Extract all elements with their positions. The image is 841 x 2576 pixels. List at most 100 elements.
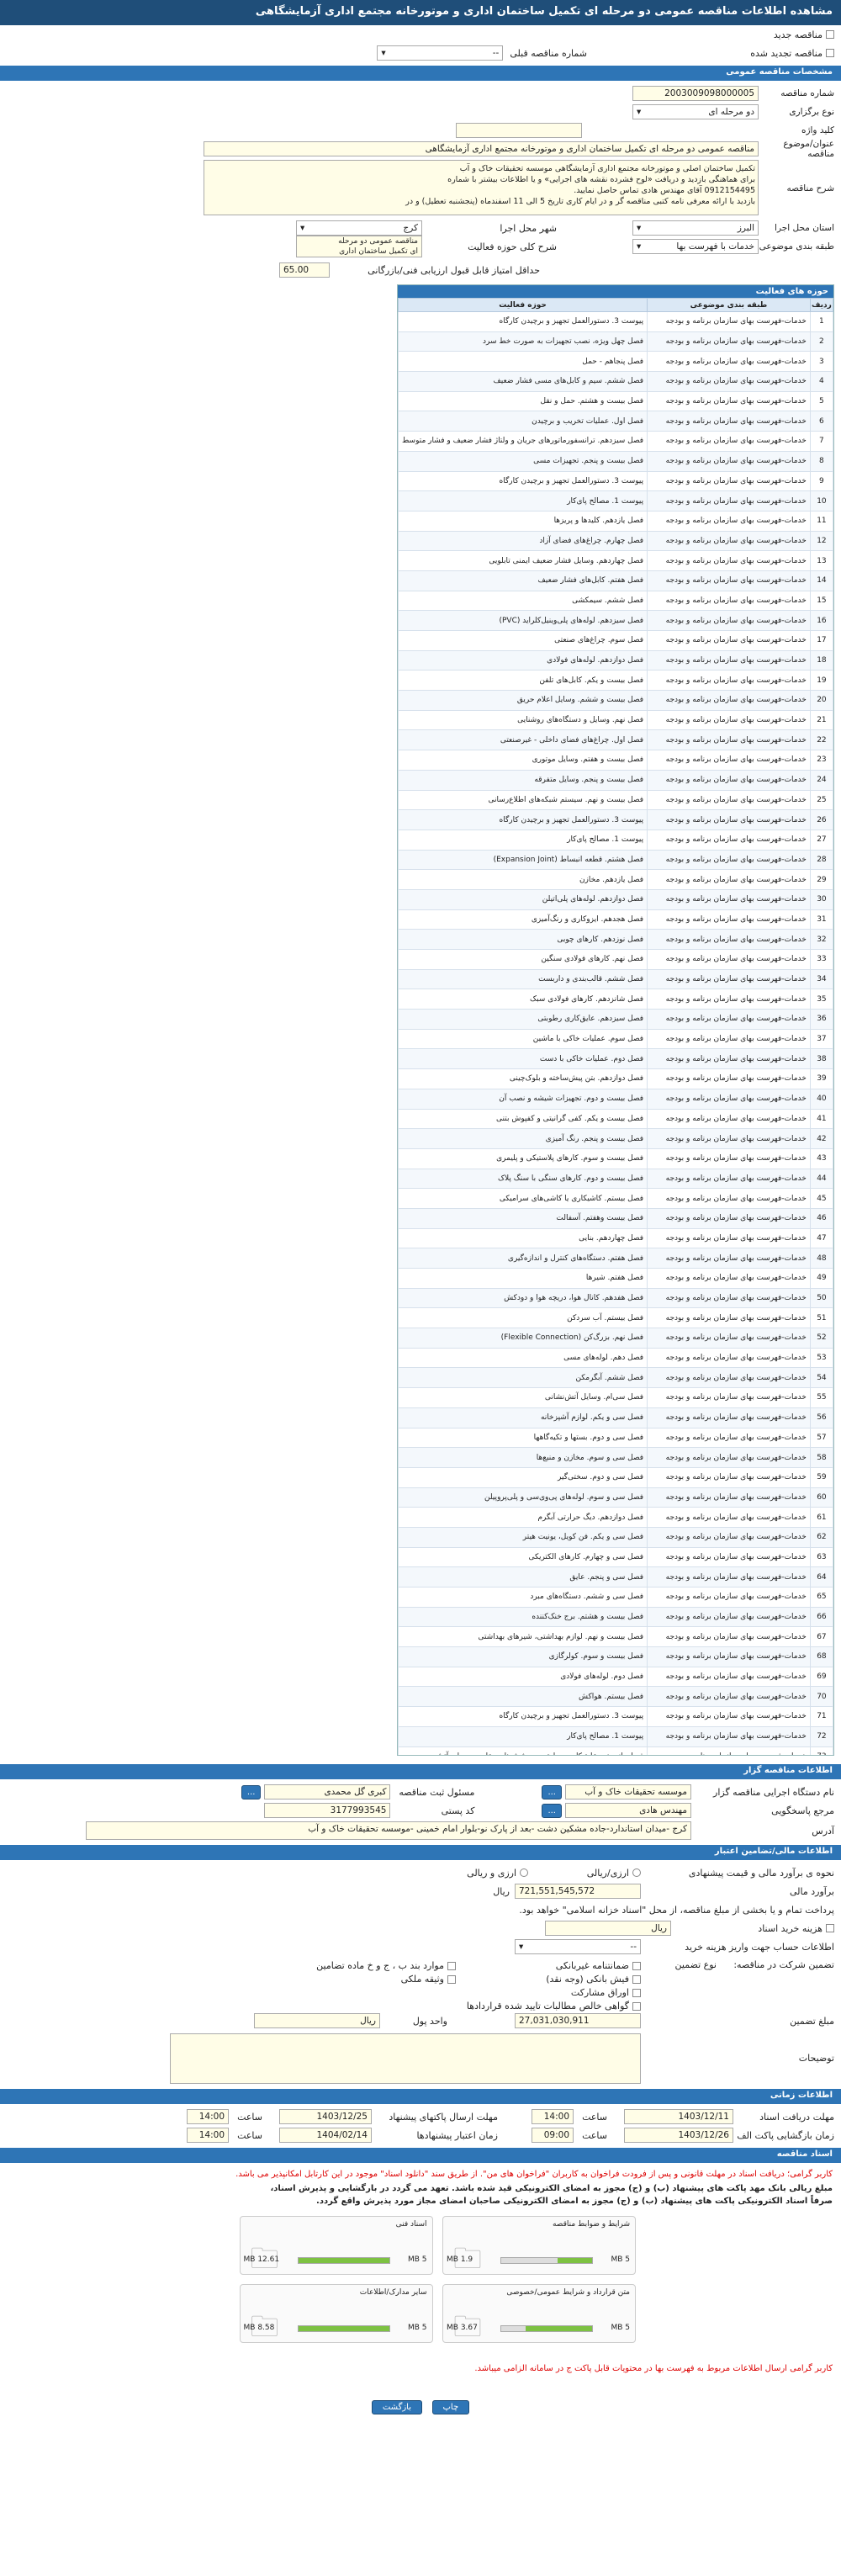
back-button[interactable]: بازگشت xyxy=(371,2400,422,2414)
g1-checkbox[interactable] xyxy=(632,1962,641,1970)
table-row: 52 خدمات-فهرست بهای سازمان برنامه و بودجه… xyxy=(398,1328,833,1349)
table-row: 42 خدمات-فهرست بهای سازمان برنامه و بودجه… xyxy=(398,1128,833,1149)
table-row: 64 خدمات-فهرست بهای سازمان برنامه و بودجه… xyxy=(398,1566,833,1587)
row-area: پیوست 3. دستورالعمل تجهیز و برچیدن کارگا… xyxy=(398,470,648,492)
row-area: فصل سیزدهم. لوله‌های پلی‌وینیل‌کلراید (P… xyxy=(398,610,648,631)
table-row: 2 خدمات-فهرست بهای سازمان برنامه و بودجه ف… xyxy=(398,331,833,352)
row-area: فصل سی‌ام. وسایل آتش‌نشانی xyxy=(398,1387,648,1408)
table-row: 6 خدمات-فهرست بهای سازمان برنامه و بودجه ف… xyxy=(398,411,833,432)
treasury-checkbox[interactable] xyxy=(826,1924,834,1932)
scope-label: شرح کلی حوزه فعالیت xyxy=(468,241,557,252)
renew-checkbox[interactable] xyxy=(826,49,834,57)
row-area: فصل سوم. عملیات خاکی با ماشین xyxy=(398,1028,648,1050)
row-number: 42 xyxy=(809,1128,833,1149)
doc-fee-field: ریال xyxy=(545,1921,671,1936)
ref-label: مرجع پاسخگویی xyxy=(771,1805,834,1816)
row-area: فصل هشتم. قطعه انبساط (Expansion Joint) xyxy=(398,849,648,871)
row-number: 3 xyxy=(809,351,833,373)
resp-field: کبری گل محمدی xyxy=(264,1784,391,1799)
method-radio-1[interactable] xyxy=(632,1868,641,1877)
row-number: 58 xyxy=(809,1447,833,1468)
row-category: خدمات-فهرست بهای سازمان برنامه و بودجه xyxy=(647,849,811,871)
device-lookup-button[interactable]: ... xyxy=(542,1784,562,1799)
ref-lookup-button[interactable]: ... xyxy=(542,1803,562,1818)
table-row: 60 خدمات-فهرست بهای سازمان برنامه و بودجه… xyxy=(398,1487,833,1508)
row-number: 25 xyxy=(809,789,833,811)
row-category: خدمات-فهرست بهای سازمان برنامه و بودجه xyxy=(647,1706,811,1727)
g5-label: موارد بند ب ، ج و خ ماده تضامین xyxy=(316,1960,444,1971)
g5-checkbox[interactable] xyxy=(447,1962,456,1970)
row-number: 57 xyxy=(809,1427,833,1449)
row-category: خدمات-فهرست بهای سازمان برنامه و بودجه xyxy=(647,1587,811,1608)
row-category: خدمات-فهرست بهای سازمان برنامه و بودجه xyxy=(647,450,811,472)
docs-notice-3: صرفاً اسناد الکترونیکی پاکت های پیشنهاد … xyxy=(316,2197,833,2206)
row-area: پیوست 1. مصالح پای‌کار xyxy=(398,829,648,851)
row-category: خدمات-فهرست بهای سازمان برنامه و بودجه xyxy=(647,1207,811,1229)
row-category: خدمات-فهرست بهای سازمان برنامه و بودجه xyxy=(647,709,811,731)
row-number: 17 xyxy=(809,630,833,651)
section-general: مشخصات مناقصه عمومی xyxy=(0,66,841,81)
prev-number-select[interactable]: -- ▾ xyxy=(377,45,504,61)
province-select[interactable]: البرز ▾ xyxy=(632,220,759,236)
print-button[interactable]: چاپ xyxy=(431,2400,470,2414)
row-area: فصل بیست و نهم. لوازم بهداشتی، شیرهای به… xyxy=(398,1626,648,1648)
notes-field[interactable] xyxy=(170,2033,641,2084)
amount-unit: ریال xyxy=(254,2013,380,2028)
table-row: 58 خدمات-فهرست بهای سازمان برنامه و بودجه… xyxy=(398,1447,833,1468)
row-number: 47 xyxy=(809,1227,833,1249)
doc-other[interactable]: سایر مدارک/اطلاعات 🗀 5 MB 8.58 MB xyxy=(239,2284,433,2344)
row-number: 36 xyxy=(809,1009,833,1030)
doc-technical[interactable]: اسناد فنی 🗀 5 MB 12.61 MB xyxy=(239,2216,433,2276)
row-number: 8 xyxy=(809,450,833,472)
row-category: خدمات-فهرست بهای سازمان برنامه و بودجه xyxy=(647,1626,811,1648)
row-category: خدمات-فهرست بهای سازمان برنامه و بودجه xyxy=(647,729,811,751)
row-number: 70 xyxy=(809,1686,833,1708)
row-area: فصل دوازدهم. لوله‌های پلی‌اتیلن xyxy=(398,888,648,910)
row-number: 41 xyxy=(809,1108,833,1130)
doc-contract[interactable]: متن قرارداد و شرایط عمومی/خصوصی 🗀 5 MB 3.67… xyxy=(442,2284,636,2344)
row-category: خدمات-فهرست بهای سازمان برنامه و بودجه xyxy=(647,1686,811,1708)
table-row: 48 خدمات-فهرست بهای سازمان برنامه و بودجه… xyxy=(398,1248,833,1269)
amount-label: مبلغ تضمین xyxy=(790,2015,834,2027)
resp-lookup-button[interactable]: ... xyxy=(241,1784,262,1799)
table-row: 53 خدمات-فهرست بهای سازمان برنامه و بودجه… xyxy=(398,1347,833,1369)
row-category: خدمات-فهرست بهای سازمان برنامه و بودجه xyxy=(647,869,811,890)
doc-terms[interactable]: شرایط و ضوابط مناقصه 🗀 5 MB 1.9 MB xyxy=(442,2216,636,2276)
row-area: فصل دهم. لوله‌های مسی xyxy=(398,1347,648,1369)
valid-date: 1404/02/14 xyxy=(279,2128,372,2143)
row-category: خدمات-فهرست بهای سازمان برنامه و بودجه xyxy=(647,390,811,412)
method-opt2: ارزی و ریالی xyxy=(467,1867,516,1879)
row-category: خدمات-فهرست بهای سازمان برنامه و بودجه xyxy=(647,1566,811,1587)
table-row: 47 خدمات-فهرست بهای سازمان برنامه و بودجه… xyxy=(398,1227,833,1249)
table-row: 65 خدمات-فهرست بهای سازمان برنامه و بودجه… xyxy=(398,1587,833,1608)
row-area: پیوست 1. مصالح پای‌کار xyxy=(398,490,648,511)
method-label: نحوه ی برآورد مالی و قیمت پیشنهادی xyxy=(688,1867,834,1879)
row-category: خدمات-فهرست بهای سازمان برنامه و بودجه xyxy=(647,1387,811,1408)
acc-select[interactable]: -- ▾ xyxy=(515,1939,641,1954)
row-number: 63 xyxy=(809,1546,833,1568)
g3-checkbox[interactable] xyxy=(632,1989,641,1997)
activities-table-wrap[interactable]: ردیف طبقه بندی موضوعی حوزه فعالیت 1 خدمات-ف… xyxy=(398,298,833,1755)
row-area: پیوست 3. دستورالعمل تجهیز و برچیدن کارگا… xyxy=(398,1706,648,1727)
method-radio-2[interactable] xyxy=(520,1868,528,1877)
row-area: فصل چهاردهم. وسایل فشار ضعیف ایمنی تابلو… xyxy=(398,550,648,571)
option-new[interactable]: مناقصه جدید xyxy=(0,25,841,44)
row-category: خدمات-فهرست بهای سازمان برنامه و بودجه xyxy=(647,1666,811,1688)
g4-checkbox[interactable] xyxy=(632,2002,641,2011)
option-renew[interactable]: مناقصه تجدید شده شماره مناقصه قبلی -- ▾ xyxy=(0,44,841,62)
row-category: خدمات-فهرست بهای سازمان برنامه و بودجه xyxy=(647,331,811,352)
row-area: فصل دوم. عملیات خاکی با دست xyxy=(398,1048,648,1070)
row-area: فصل نوزدهم. کارهای چوبی xyxy=(398,929,648,950)
row-area: پیوست 3. دستورالعمل تجهیز و برچیدن کارگا… xyxy=(398,311,648,332)
row-category: خدمات-فهرست بهای سازمان برنامه و بودجه xyxy=(647,630,811,651)
city-select[interactable]: کرج ▾ xyxy=(296,220,422,236)
g2-checkbox[interactable] xyxy=(632,1975,641,1984)
keyword-input[interactable] xyxy=(456,123,582,138)
g6-checkbox[interactable] xyxy=(447,1975,456,1984)
type-select[interactable]: دو مرحله ای ▾ xyxy=(632,104,759,119)
new-checkbox[interactable] xyxy=(826,30,834,39)
row-number: 24 xyxy=(809,769,833,791)
category-select[interactable]: خدمات با فهرست بها ▾ xyxy=(632,239,759,254)
doc-technical-bar xyxy=(297,2257,390,2264)
table-row: 35 خدمات-فهرست بهای سازمان برنامه و بودجه… xyxy=(398,989,833,1010)
